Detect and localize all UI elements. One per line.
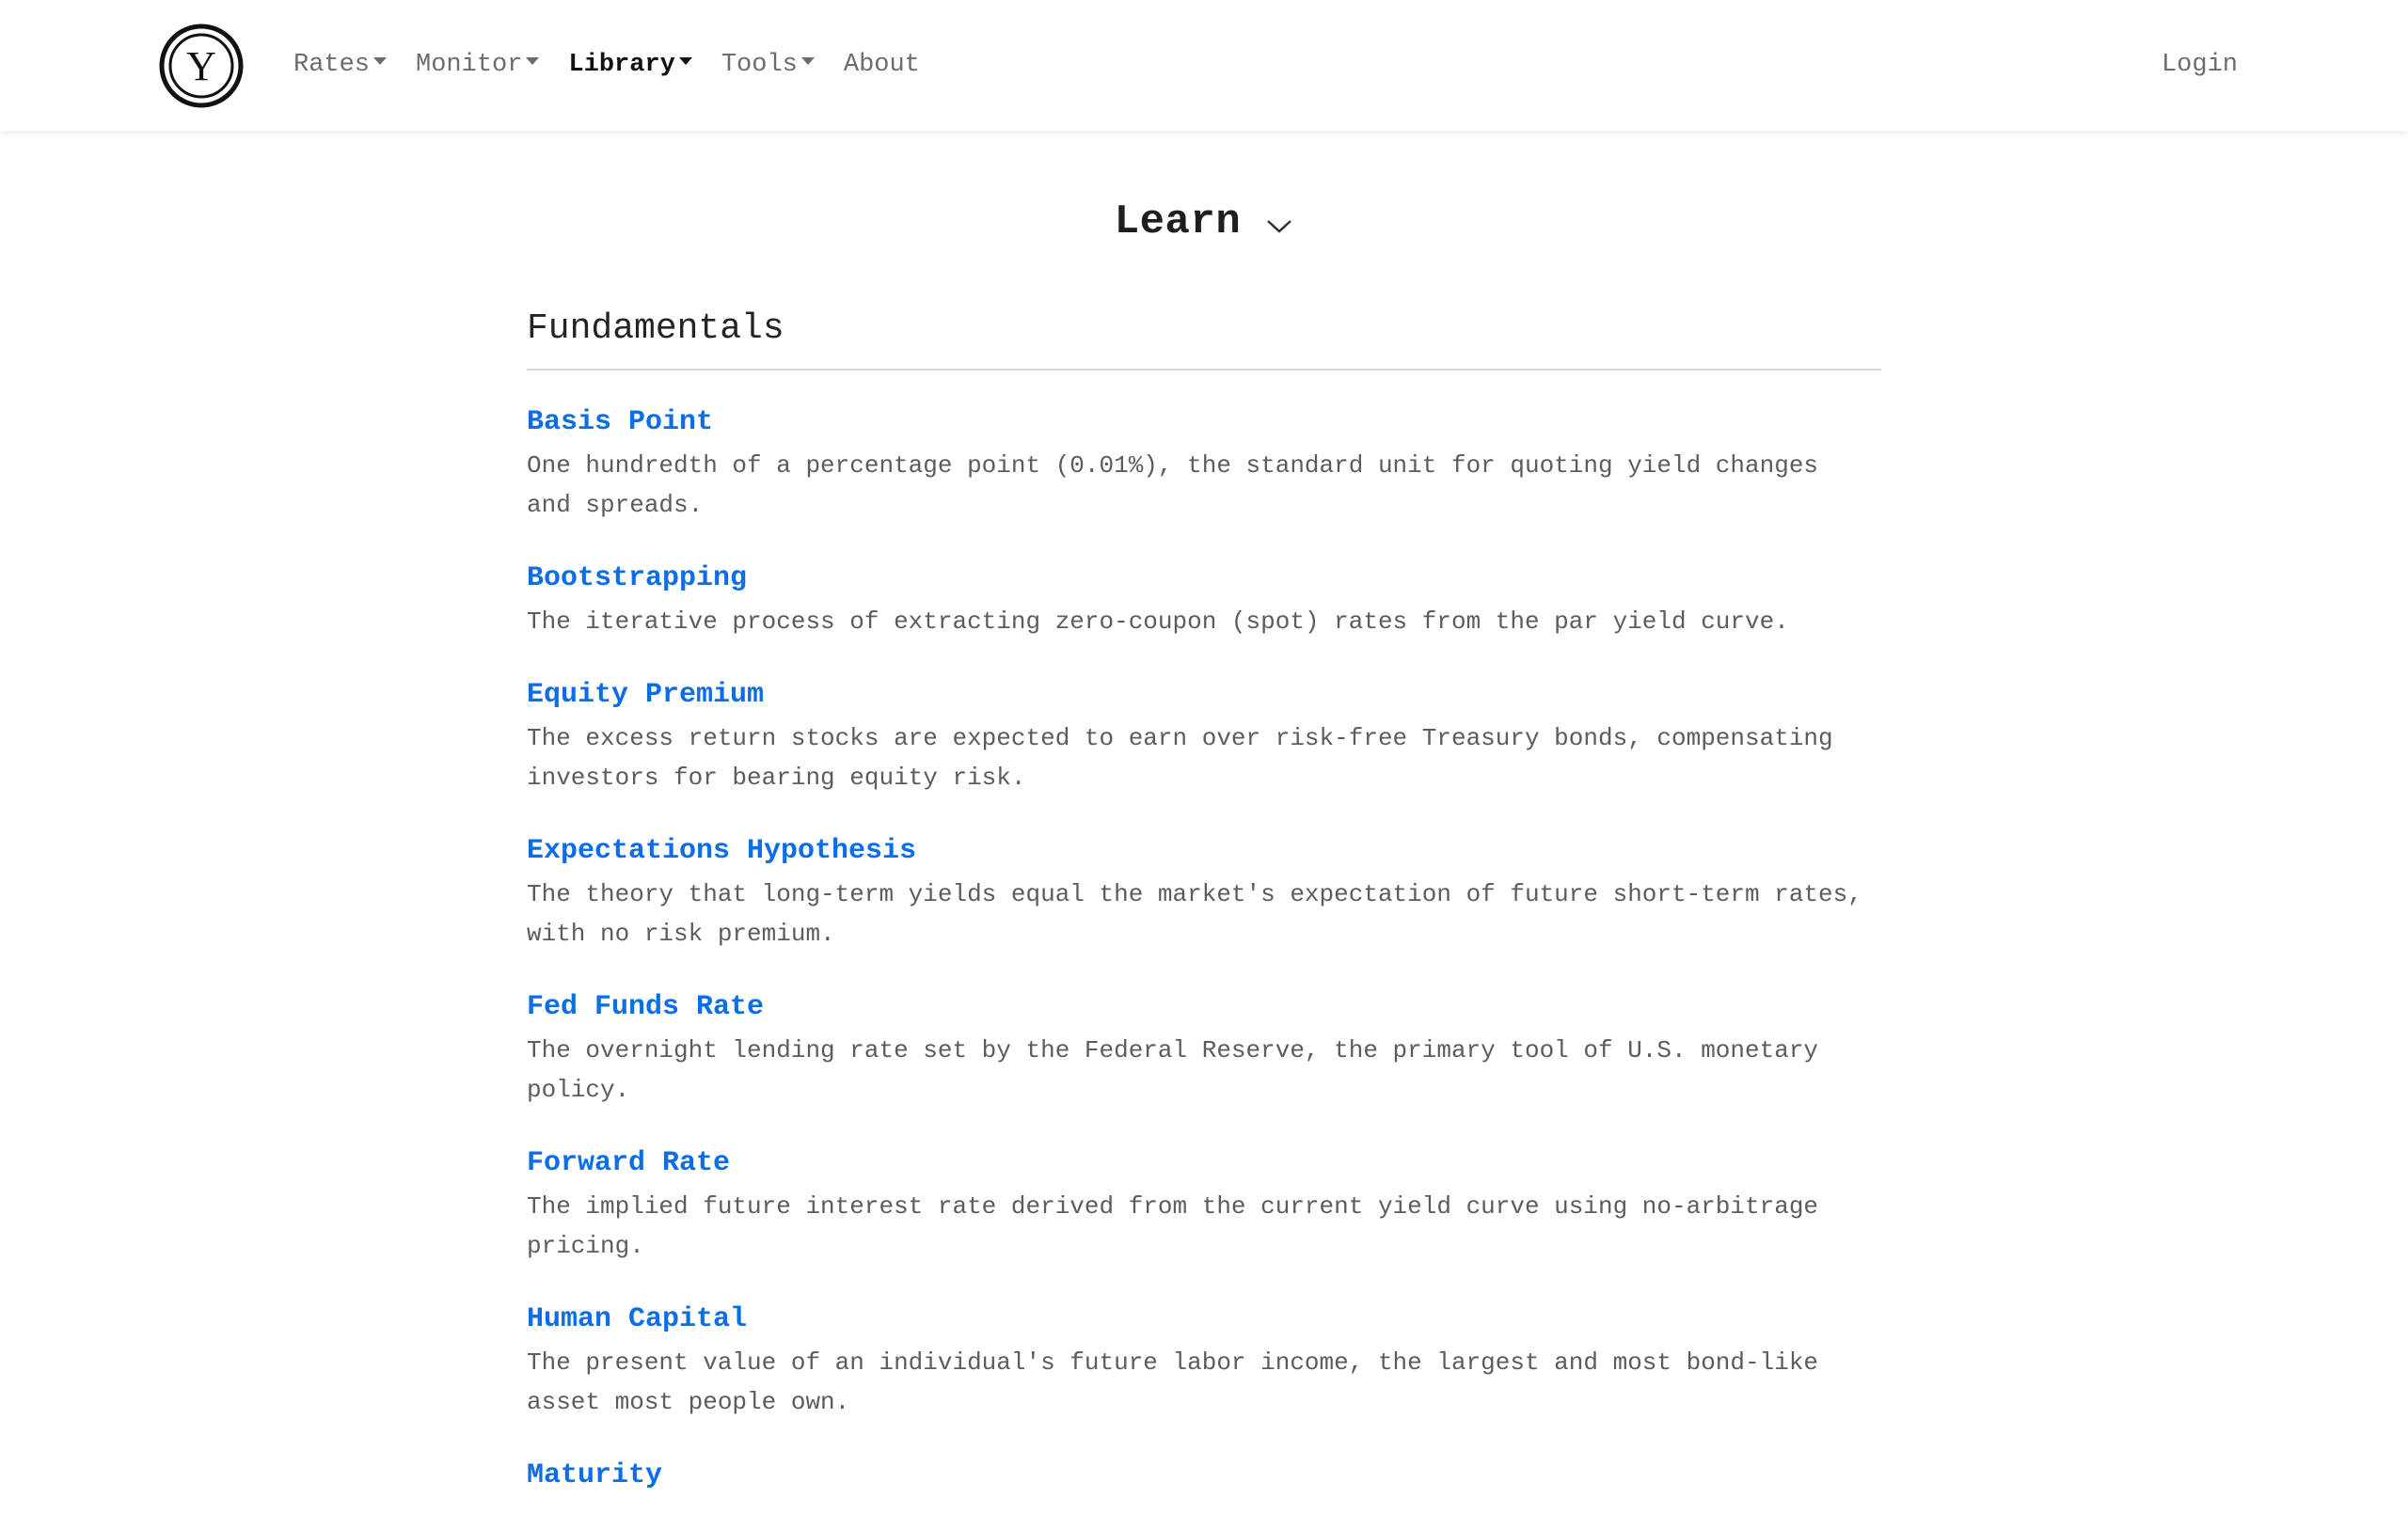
nav-item-label: Monitor [416, 51, 523, 79]
caret-down-icon [373, 57, 388, 65]
term-description: The present value of an individual's fut… [527, 1348, 1819, 1416]
term-link-expectations-hypothesis[interactable]: Expectations Hypothesis [527, 833, 1881, 869]
term-item: Basis Point One hundredth of a percentag… [527, 404, 1881, 525]
term-list: Basis Point One hundredth of a percentag… [527, 404, 1881, 1493]
page-title: Learn [1114, 198, 1242, 245]
nav-item-label: Tools [721, 51, 798, 79]
nav-item-rates[interactable]: Rates [293, 51, 388, 79]
nav-item-tools[interactable]: Tools [721, 51, 815, 79]
site-logo[interactable]: Y [158, 23, 245, 109]
logo-icon: Y [159, 24, 244, 108]
term-description: The implied future interest rate derived… [527, 1192, 1819, 1260]
chevron-down-icon[interactable] [1265, 216, 1293, 235]
caret-down-icon [526, 57, 540, 65]
term-item: Equity Premium The excess return stocks … [527, 677, 1881, 797]
caret-down-icon [678, 57, 692, 65]
term-link-basis-point[interactable]: Basis Point [527, 404, 1881, 440]
term-item: Human Capital The present value of an in… [527, 1301, 1881, 1422]
term-link-human-capital[interactable]: Human Capital [527, 1301, 1881, 1337]
term-link-equity-premium[interactable]: Equity Premium [527, 677, 1881, 713]
term-link-bootstrapping[interactable]: Bootstrapping [527, 560, 1881, 596]
term-item: Maturity [527, 1458, 1881, 1493]
top-navbar: Y Rates Monitor Library Tools About Logi… [0, 0, 2408, 131]
nav-item-label: Rates [293, 51, 371, 79]
nav-item-library[interactable]: Library [568, 51, 692, 79]
nav-item-about[interactable]: About [844, 51, 920, 79]
section-title: Fundamentals [527, 308, 784, 349]
nav-item-label: Library [568, 51, 675, 79]
term-link-forward-rate[interactable]: Forward Rate [527, 1145, 1881, 1181]
learn-header: Learn [0, 188, 2408, 256]
term-item: Forward Rate The implied future interest… [527, 1145, 1881, 1266]
nav-item-monitor[interactable]: Monitor [416, 51, 540, 79]
term-description: The overnight lending rate set by the Fe… [527, 1036, 1819, 1104]
main-content: Fundamentals Basis Point One hundredth o… [527, 301, 1881, 1529]
caret-down-icon [800, 57, 815, 65]
term-link-maturity[interactable]: Maturity [527, 1458, 1881, 1493]
term-description: One hundredth of a percentage point (0.0… [527, 451, 1819, 519]
term-description: The excess return stocks are expected to… [527, 724, 1833, 792]
nav-item-label: About [843, 51, 920, 79]
svg-text:Y: Y [186, 43, 216, 89]
section-divider [527, 369, 1881, 370]
term-item: Bootstrapping The iterative process of e… [527, 560, 1881, 641]
term-description: The iterative process of extracting zero… [527, 607, 1789, 636]
term-link-fed-funds-rate[interactable]: Fed Funds Rate [527, 989, 1881, 1025]
term-item: Expectations Hypothesis The theory that … [527, 833, 1881, 954]
login-link[interactable]: Login [2162, 43, 2238, 87]
term-item: Fed Funds Rate The overnight lending rat… [527, 989, 1881, 1110]
nav-menu: Rates Monitor Library Tools About [293, 43, 949, 87]
term-description: The theory that long-term yields equal t… [527, 880, 1862, 948]
